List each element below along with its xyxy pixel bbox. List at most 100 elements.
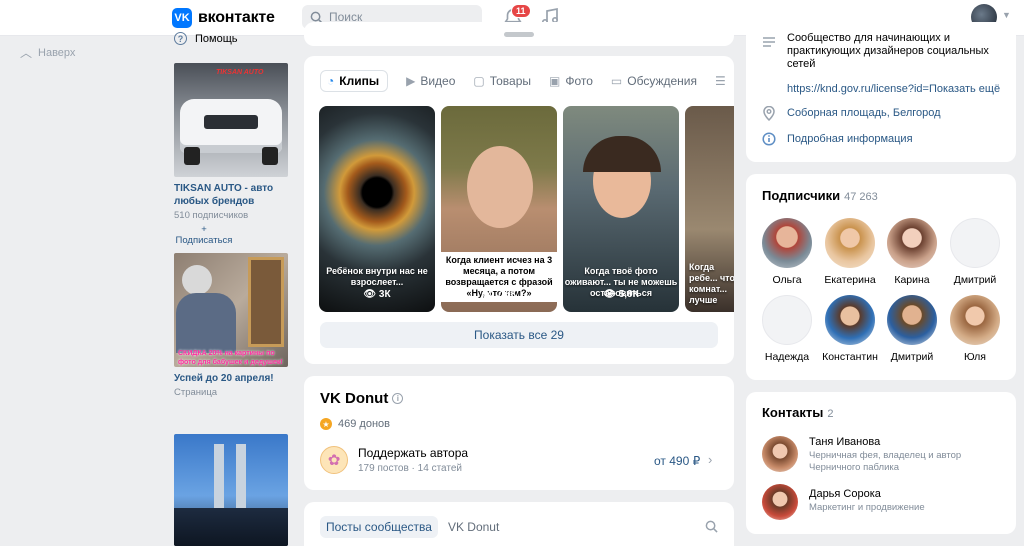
tab-clips[interactable]: ◔ Клипы bbox=[320, 70, 389, 92]
clip-caption: Ребёнок внутри нас не взрослеет... bbox=[326, 266, 428, 287]
info-circle-icon bbox=[762, 132, 776, 146]
ad-image[interactable] bbox=[174, 434, 288, 546]
tab-goods[interactable]: ▢ Товары bbox=[473, 70, 531, 92]
subscribers-title-text: Подписчики bbox=[762, 188, 841, 203]
subscribe-link[interactable]: + Подписаться bbox=[174, 224, 234, 246]
city-skyline bbox=[174, 508, 288, 546]
car-grille bbox=[204, 115, 258, 129]
ad-city[interactable] bbox=[174, 434, 288, 546]
contacts-title-text: Контакты bbox=[762, 405, 824, 420]
contacts-title[interactable]: Контакты 2 bbox=[762, 405, 833, 420]
chat-icon: ▭ bbox=[610, 74, 623, 88]
subscriber-item[interactable]: Юля bbox=[945, 295, 1005, 363]
tab-discussions[interactable]: ▭ Обсуждения bbox=[611, 70, 697, 92]
location-link[interactable]: Соборная площадь, Белгород bbox=[787, 107, 941, 120]
avatar bbox=[950, 218, 1000, 268]
donut-title-text: VK Donut bbox=[320, 390, 389, 407]
contact-name[interactable]: Дарья Сорока bbox=[809, 488, 925, 500]
subscriber-item[interactable]: Дмитрий bbox=[945, 218, 1005, 286]
community-description: Сообщество для начинающих и практикующих… bbox=[787, 32, 989, 70]
subscriber-name: Ольга bbox=[772, 274, 802, 286]
license-link[interactable]: https://knd.gov.ru/license?id=Показать е… bbox=[787, 83, 1000, 96]
drag-handle bbox=[504, 32, 534, 37]
view-count: 3К bbox=[378, 289, 391, 300]
clip-caption: Когда ребе... что в комнат... лучше bbox=[689, 262, 734, 305]
chevron-right-icon[interactable]: › bbox=[708, 452, 712, 467]
clip-item[interactable]: Когда клиент исчез на 3 месяца, а потом … bbox=[441, 106, 557, 312]
subscriber-name: Карина bbox=[894, 274, 930, 286]
card-top bbox=[304, 22, 734, 46]
contact-name[interactable]: Таня Иванова bbox=[809, 436, 969, 448]
subscriber-name: Юля bbox=[964, 351, 986, 363]
vk-logo[interactable]: VK вконтакте bbox=[172, 8, 275, 28]
contact-item[interactable]: Дарья Сорока Маркетинг и продвижение bbox=[762, 484, 925, 520]
support-title[interactable]: Поддержать автора bbox=[358, 446, 468, 460]
subscriber-name: Дмитрий bbox=[890, 351, 934, 363]
tab-label: Клипы bbox=[339, 74, 380, 88]
car-wheel bbox=[262, 147, 278, 165]
media-tabs: ◔ Клипы ▶ Видео ▢ Товары ▣ Фото ▭ Обсуждения … bbox=[320, 70, 731, 92]
ad-title[interactable]: TIKSAN AUTO - авто любых брендов bbox=[174, 182, 288, 208]
hair-shape bbox=[583, 136, 661, 172]
subscribers-count: 47 263 bbox=[844, 191, 878, 203]
subscriber-item[interactable]: Надежда bbox=[757, 295, 817, 363]
show-all-clips-button[interactable]: Показать все 29 bbox=[320, 322, 718, 348]
avatar bbox=[950, 295, 1000, 345]
frame-shape bbox=[248, 257, 284, 347]
donors-text: 469 донов bbox=[338, 418, 390, 430]
view-count: 5,9К bbox=[618, 289, 639, 300]
location-pin-icon bbox=[763, 106, 775, 121]
media-card: ◔ Клипы ▶ Видео ▢ Товары ▣ Фото ▭ Обсуждения … bbox=[304, 56, 734, 364]
avatar bbox=[887, 295, 937, 345]
ad-portraits[interactable]: СКИДКА 20% на картины по фото для бабуше… bbox=[174, 253, 288, 398]
photo-icon: ▣ bbox=[549, 74, 561, 88]
info-icon[interactable]: i bbox=[392, 393, 404, 404]
back-to-top[interactable]: ︿ Наверх bbox=[20, 44, 75, 61]
vk-logo-icon: VK bbox=[172, 8, 192, 28]
donut-flower-icon: ✿ bbox=[320, 446, 348, 474]
bag-icon: ▢ bbox=[473, 74, 485, 88]
subscriber-item[interactable]: Екатерина bbox=[820, 218, 880, 286]
avatar bbox=[825, 218, 875, 268]
ad-tiksan[interactable]: TIKSAN AUTO TIKSAN AUTO - авто любых бре… bbox=[174, 63, 288, 246]
clip-views: 👁 5,9К bbox=[603, 289, 639, 300]
clip-item[interactable]: Когда твоё фото оживают... ты не можешь … bbox=[563, 106, 679, 312]
subscriber-item[interactable]: Дмитрий bbox=[882, 295, 942, 363]
ad-image-text: TIKSAN AUTO bbox=[216, 69, 264, 76]
support-price[interactable]: от 490 ₽ bbox=[654, 454, 700, 468]
menu-lines-icon: ☰ bbox=[715, 74, 726, 88]
logo-text: вконтакте bbox=[198, 9, 275, 26]
contact-role: Маркетинг и продвижение bbox=[809, 502, 925, 513]
avatar bbox=[825, 295, 875, 345]
tab-photo[interactable]: ▣ Фото bbox=[549, 70, 593, 92]
subscriber-name: Надежда bbox=[764, 351, 810, 363]
clip-item[interactable]: Ребёнок внутри нас не взрослеет... 👁 3К bbox=[319, 106, 435, 312]
help-link[interactable]: ? Помощь bbox=[174, 32, 238, 45]
subscriber-item[interactable]: Карина bbox=[882, 218, 942, 286]
tab-label: Фото bbox=[565, 74, 593, 88]
tab-community-posts[interactable]: Посты сообщества bbox=[320, 516, 438, 538]
more-tabs-icon[interactable]: ☰ bbox=[715, 70, 731, 92]
chevron-down-icon[interactable]: ▼ bbox=[1002, 10, 1011, 20]
notification-badge: 11 bbox=[511, 4, 531, 18]
donut-title: VK Donut i bbox=[320, 390, 404, 407]
subscriber-item[interactable]: Константин bbox=[820, 295, 880, 363]
ad-image[interactable]: СКИДКА 20% на картины по фото для бабуше… bbox=[174, 253, 288, 367]
tab-vk-donut[interactable]: VK Donut bbox=[448, 516, 499, 538]
avatar bbox=[762, 436, 798, 472]
video-icon: ▶ bbox=[406, 74, 416, 88]
subscriber-name: Екатерина bbox=[824, 274, 876, 286]
more-info-link[interactable]: Подробная информация bbox=[787, 133, 913, 146]
subscriber-item[interactable]: Ольга bbox=[757, 218, 817, 286]
ad-title[interactable]: Успей до 20 апреля! bbox=[174, 372, 288, 385]
grandma-body bbox=[176, 293, 236, 353]
subscribers-title[interactable]: Подписчики 47 263 bbox=[762, 188, 878, 203]
ad-meta: 510 подписчиков bbox=[174, 210, 249, 221]
text-lines-icon bbox=[763, 37, 775, 47]
contact-item[interactable]: Таня Иванова Черничная фея, владелец и ав… bbox=[762, 436, 969, 474]
subscriber-name: Константин bbox=[822, 351, 878, 363]
tab-video[interactable]: ▶ Видео bbox=[406, 70, 455, 92]
clip-item[interactable]: Когда ребе... что в комнат... лучше bbox=[685, 106, 734, 312]
ad-image[interactable]: TIKSAN AUTO bbox=[174, 63, 288, 177]
search-icon[interactable] bbox=[705, 520, 718, 533]
